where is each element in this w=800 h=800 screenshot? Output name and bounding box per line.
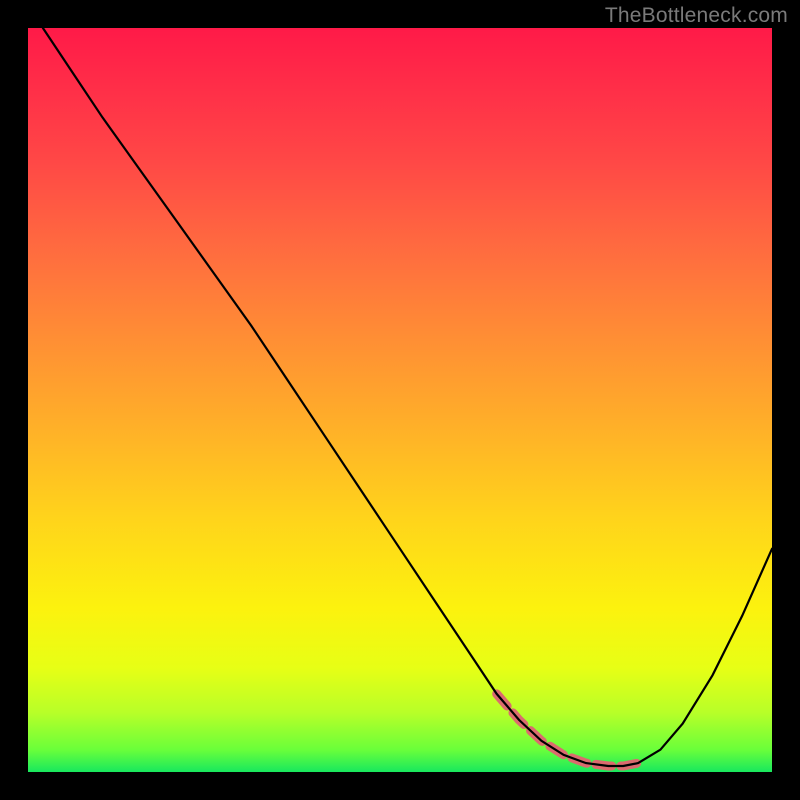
chart-svg xyxy=(28,28,772,772)
watermark-text: TheBottleneck.com xyxy=(605,4,788,28)
main-curve xyxy=(43,28,772,766)
chart-plot-area xyxy=(28,28,772,772)
